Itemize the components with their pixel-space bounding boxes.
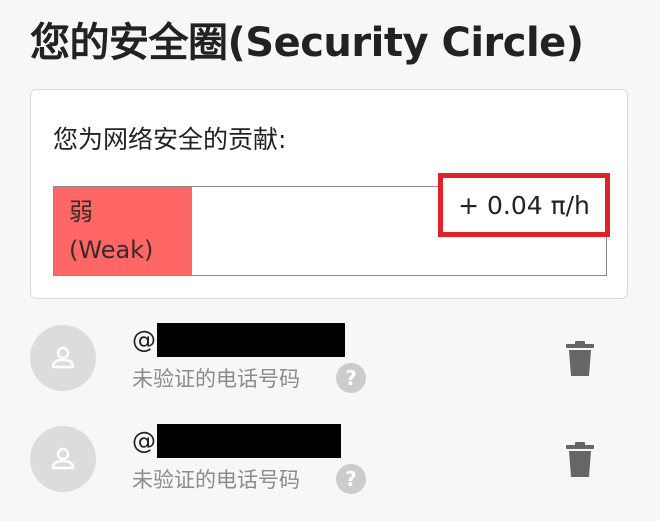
person-icon [30, 426, 96, 492]
contribution-card: 您为网络安全的贡献: 弱 (Weak) + 0.04 π/h [30, 89, 628, 299]
member-handle: @ [132, 424, 341, 458]
level-label-cn: 弱 [69, 198, 93, 226]
help-icon[interactable]: ? [336, 363, 366, 393]
contribution-label: 您为网络安全的贡献: [53, 125, 287, 154]
trash-icon[interactable] [566, 341, 594, 377]
person-icon [30, 325, 96, 391]
redacted-name [157, 323, 345, 357]
list-item[interactable]: @ 未验证的电话号码 ? [30, 424, 630, 496]
member-handle: @ [132, 323, 345, 357]
help-icon[interactable]: ? [336, 464, 366, 494]
page-title: 您的安全圈(Security Circle) [30, 20, 584, 66]
handle-prefix: @ [132, 326, 156, 354]
contribution-meter: 弱 (Weak) + 0.04 π/h [53, 173, 610, 276]
redacted-name [157, 424, 341, 458]
mining-rate-highlight: + 0.04 π/h [438, 173, 610, 237]
trash-icon[interactable] [566, 442, 594, 478]
list-item[interactable]: @ 未验证的电话号码 ? [30, 323, 630, 395]
level-label: 弱 (Weak) [69, 193, 153, 269]
phone-status: 未验证的电话号码 [132, 367, 300, 391]
level-label-en: (Weak) [69, 236, 154, 264]
mining-rate: + 0.04 π/h [458, 190, 590, 220]
phone-status: 未验证的电话号码 [132, 468, 300, 492]
handle-prefix: @ [132, 427, 156, 455]
